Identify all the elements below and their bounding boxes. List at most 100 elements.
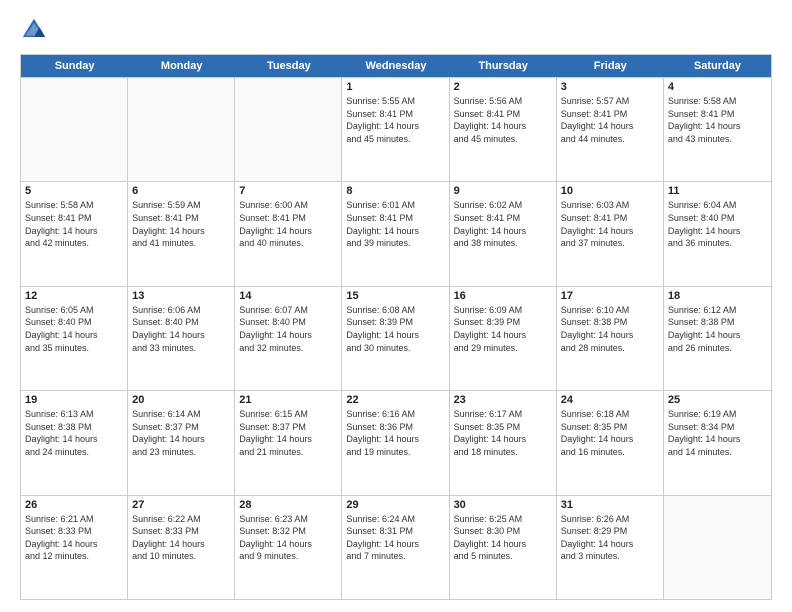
- day-number: 18: [668, 290, 767, 302]
- day-cell-21: 21 Sunrise: 6:15 AM Sunset: 8:37 PM Dayli…: [235, 391, 342, 494]
- day-cell-29: 29 Sunrise: 6:24 AM Sunset: 8:31 PM Dayli…: [342, 496, 449, 599]
- day-cell-empty: [21, 78, 128, 181]
- day-info: Sunrise: 6:04 AM Sunset: 8:40 PM Dayligh…: [668, 199, 767, 249]
- day-number: 7: [239, 185, 337, 197]
- day-info: Sunrise: 6:25 AM Sunset: 8:30 PM Dayligh…: [454, 513, 552, 563]
- day-cell-17: 17Sunrise: 6:10 AM Sunset: 8:38 PM Dayli…: [557, 287, 664, 390]
- calendar-body: 1 Sunrise: 5:55 AM Sunset: 8:41 PM Daylig…: [21, 77, 771, 599]
- day-info: Sunrise: 6:00 AM Sunset: 8:41 PM Dayligh…: [239, 199, 337, 249]
- day-number: 2: [454, 81, 552, 93]
- week-row-1: 1 Sunrise: 5:55 AM Sunset: 8:41 PM Daylig…: [21, 77, 771, 181]
- day-info: Sunrise: 6:02 AM Sunset: 8:41 PM Dayligh…: [454, 199, 552, 249]
- day-cell-1: 1 Sunrise: 5:55 AM Sunset: 8:41 PM Daylig…: [342, 78, 449, 181]
- day-info: Sunrise: 6:21 AM Sunset: 8:33 PM Dayligh…: [25, 513, 123, 563]
- day-info: Sunrise: 6:22 AM Sunset: 8:33 PM Dayligh…: [132, 513, 230, 563]
- day-number: 19: [25, 394, 123, 406]
- day-number: 28: [239, 499, 337, 511]
- day-info: Sunrise: 6:15 AM Sunset: 8:37 PM Dayligh…: [239, 408, 337, 458]
- day-info: Sunrise: 6:09 AM Sunset: 8:39 PM Dayligh…: [454, 304, 552, 354]
- day-cell-22: 22 Sunrise: 6:16 AM Sunset: 8:36 PM Dayli…: [342, 391, 449, 494]
- day-cell-28: 28 Sunrise: 6:23 AM Sunset: 8:32 PM Dayli…: [235, 496, 342, 599]
- day-cell-empty: [128, 78, 235, 181]
- day-number: 26: [25, 499, 123, 511]
- day-number: 4: [668, 81, 767, 93]
- header-day-monday: Monday: [128, 55, 235, 77]
- day-info: Sunrise: 6:19 AM Sunset: 8:34 PM Dayligh…: [668, 408, 767, 458]
- day-info: Sunrise: 6:24 AM Sunset: 8:31 PM Dayligh…: [346, 513, 444, 563]
- day-cell-3: 3 Sunrise: 5:57 AM Sunset: 8:41 PM Daylig…: [557, 78, 664, 181]
- day-cell-23: 23 Sunrise: 6:17 AM Sunset: 8:35 PM Dayli…: [450, 391, 557, 494]
- day-info: Sunrise: 5:57 AM Sunset: 8:41 PM Dayligh…: [561, 95, 659, 145]
- day-cell-9: 9 Sunrise: 6:02 AM Sunset: 8:41 PM Daylig…: [450, 182, 557, 285]
- day-info: Sunrise: 5:55 AM Sunset: 8:41 PM Dayligh…: [346, 95, 444, 145]
- day-info: Sunrise: 6:08 AM Sunset: 8:39 PM Dayligh…: [346, 304, 444, 354]
- logo: [20, 16, 52, 44]
- day-cell-11: 11 Sunrise: 6:04 AM Sunset: 8:40 PM Dayli…: [664, 182, 771, 285]
- day-number: 29: [346, 499, 444, 511]
- week-row-4: 19Sunrise: 6:13 AM Sunset: 8:38 PM Dayli…: [21, 390, 771, 494]
- day-cell-26: 26 Sunrise: 6:21 AM Sunset: 8:33 PM Dayli…: [21, 496, 128, 599]
- day-cell-6: 6 Sunrise: 5:59 AM Sunset: 8:41 PM Daylig…: [128, 182, 235, 285]
- week-row-3: 12Sunrise: 6:05 AM Sunset: 8:40 PM Dayli…: [21, 286, 771, 390]
- day-info: Sunrise: 6:14 AM Sunset: 8:37 PM Dayligh…: [132, 408, 230, 458]
- day-number: 22: [346, 394, 444, 406]
- day-info: Sunrise: 5:59 AM Sunset: 8:41 PM Dayligh…: [132, 199, 230, 249]
- day-number: 31: [561, 499, 659, 511]
- day-info: Sunrise: 6:01 AM Sunset: 8:41 PM Dayligh…: [346, 199, 444, 249]
- day-info: Sunrise: 6:03 AM Sunset: 8:41 PM Dayligh…: [561, 199, 659, 249]
- header-day-friday: Friday: [557, 55, 664, 77]
- day-number: 3: [561, 81, 659, 93]
- day-cell-20: 20 Sunrise: 6:14 AM Sunset: 8:37 PM Dayli…: [128, 391, 235, 494]
- day-cell-27: 27Sunrise: 6:22 AM Sunset: 8:33 PM Dayli…: [128, 496, 235, 599]
- day-cell-18: 18 Sunrise: 6:12 AM Sunset: 8:38 PM Dayli…: [664, 287, 771, 390]
- day-cell-5: 5Sunrise: 5:58 AM Sunset: 8:41 PM Daylig…: [21, 182, 128, 285]
- day-cell-31: 31 Sunrise: 6:26 AM Sunset: 8:29 PM Dayli…: [557, 496, 664, 599]
- day-number: 11: [668, 185, 767, 197]
- day-number: 16: [454, 290, 552, 302]
- day-number: 23: [454, 394, 552, 406]
- day-number: 21: [239, 394, 337, 406]
- header-day-sunday: Sunday: [21, 55, 128, 77]
- header-day-saturday: Saturday: [664, 55, 771, 77]
- day-number: 13: [132, 290, 230, 302]
- day-info: Sunrise: 6:10 AM Sunset: 8:38 PM Dayligh…: [561, 304, 659, 354]
- day-cell-2: 2 Sunrise: 5:56 AM Sunset: 8:41 PM Daylig…: [450, 78, 557, 181]
- day-number: 9: [454, 185, 552, 197]
- calendar-header: SundayMondayTuesdayWednesdayThursdayFrid…: [21, 55, 771, 77]
- header-day-thursday: Thursday: [450, 55, 557, 77]
- calendar: SundayMondayTuesdayWednesdayThursdayFrid…: [20, 54, 772, 600]
- day-number: 24: [561, 394, 659, 406]
- week-row-5: 26 Sunrise: 6:21 AM Sunset: 8:33 PM Dayli…: [21, 495, 771, 599]
- day-cell-empty: [235, 78, 342, 181]
- day-info: Sunrise: 6:26 AM Sunset: 8:29 PM Dayligh…: [561, 513, 659, 563]
- day-cell-19: 19Sunrise: 6:13 AM Sunset: 8:38 PM Dayli…: [21, 391, 128, 494]
- day-cell-8: 8 Sunrise: 6:01 AM Sunset: 8:41 PM Daylig…: [342, 182, 449, 285]
- day-number: 20: [132, 394, 230, 406]
- day-number: 6: [132, 185, 230, 197]
- day-info: Sunrise: 6:18 AM Sunset: 8:35 PM Dayligh…: [561, 408, 659, 458]
- day-cell-15: 15Sunrise: 6:08 AM Sunset: 8:39 PM Dayli…: [342, 287, 449, 390]
- day-cell-empty: [664, 496, 771, 599]
- day-cell-4: 4Sunrise: 5:58 AM Sunset: 8:41 PM Daylig…: [664, 78, 771, 181]
- day-number: 5: [25, 185, 123, 197]
- day-info: Sunrise: 6:17 AM Sunset: 8:35 PM Dayligh…: [454, 408, 552, 458]
- day-info: Sunrise: 6:06 AM Sunset: 8:40 PM Dayligh…: [132, 304, 230, 354]
- day-cell-7: 7 Sunrise: 6:00 AM Sunset: 8:41 PM Daylig…: [235, 182, 342, 285]
- day-cell-16: 16 Sunrise: 6:09 AM Sunset: 8:39 PM Dayli…: [450, 287, 557, 390]
- day-number: 25: [668, 394, 767, 406]
- day-number: 10: [561, 185, 659, 197]
- logo-icon: [20, 16, 48, 44]
- day-info: Sunrise: 6:23 AM Sunset: 8:32 PM Dayligh…: [239, 513, 337, 563]
- day-cell-14: 14Sunrise: 6:07 AM Sunset: 8:40 PM Dayli…: [235, 287, 342, 390]
- day-number: 30: [454, 499, 552, 511]
- day-info: Sunrise: 6:16 AM Sunset: 8:36 PM Dayligh…: [346, 408, 444, 458]
- day-info: Sunrise: 6:07 AM Sunset: 8:40 PM Dayligh…: [239, 304, 337, 354]
- header: [20, 16, 772, 44]
- day-cell-12: 12Sunrise: 6:05 AM Sunset: 8:40 PM Dayli…: [21, 287, 128, 390]
- page: SundayMondayTuesdayWednesdayThursdayFrid…: [0, 0, 792, 612]
- day-info: Sunrise: 5:56 AM Sunset: 8:41 PM Dayligh…: [454, 95, 552, 145]
- day-number: 8: [346, 185, 444, 197]
- day-number: 1: [346, 81, 444, 93]
- day-info: Sunrise: 6:12 AM Sunset: 8:38 PM Dayligh…: [668, 304, 767, 354]
- day-cell-24: 24 Sunrise: 6:18 AM Sunset: 8:35 PM Dayli…: [557, 391, 664, 494]
